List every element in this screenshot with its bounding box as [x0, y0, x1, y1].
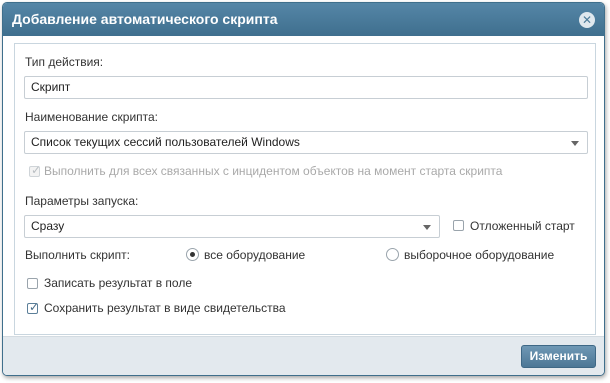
chevron-down-icon [571, 141, 579, 146]
execute-script-label: Выполнить скрипт: [25, 248, 130, 262]
checkmark-icon: ✓ [31, 163, 42, 177]
close-icon[interactable]: ✕ [579, 12, 595, 28]
run-for-all-label: Выполнить для всех связанных с инциденто… [44, 164, 503, 178]
dialog-title: Добавление автоматического скрипта [12, 11, 278, 27]
dialog-body: Тип действия: Скрипт Наименование скрипт… [14, 43, 596, 335]
script-name-select[interactable]: Список текущих сессий пользователей Wind… [24, 131, 588, 154]
checkmark-icon: ✓ [29, 300, 40, 314]
radio-all-equipment-label: все оборудование [204, 248, 306, 262]
radio-selective-equipment-label: выборочное оборудование [404, 248, 555, 262]
run-for-all-checkbox: ✓ [29, 163, 42, 177]
deferred-start-label: Отложенный старт [470, 219, 575, 233]
save-evidence-checkbox[interactable]: ✓ [27, 300, 40, 314]
save-evidence-label: Сохранить результат в виде свидетельства [44, 301, 286, 315]
dialog-titlebar: Добавление автоматического скрипта ✕ [3, 3, 604, 36]
dialog-footer: Изменить [3, 336, 604, 375]
action-type-field[interactable]: Скрипт [24, 76, 588, 99]
radio-selected-dot [190, 252, 195, 257]
launch-params-value: Сразу [31, 219, 65, 233]
radio-all-equipment[interactable] [186, 248, 199, 261]
radio-selective-equipment[interactable] [386, 248, 399, 261]
chevron-down-icon [423, 225, 431, 230]
write-result-label: Записать результат в поле [44, 276, 193, 290]
launch-params-label: Параметры запуска: [25, 194, 139, 208]
action-type-label: Тип действия: [25, 55, 104, 69]
add-script-dialog: Добавление автоматического скрипта ✕ Тип… [2, 2, 605, 376]
deferred-start-checkbox[interactable] [453, 220, 464, 231]
write-result-checkbox[interactable] [27, 278, 38, 289]
launch-params-select[interactable]: Сразу [24, 215, 440, 238]
script-name-label: Наименование скрипта: [25, 110, 159, 124]
change-button[interactable]: Изменить [521, 345, 596, 368]
script-name-value: Список текущих сессий пользователей Wind… [31, 135, 300, 149]
